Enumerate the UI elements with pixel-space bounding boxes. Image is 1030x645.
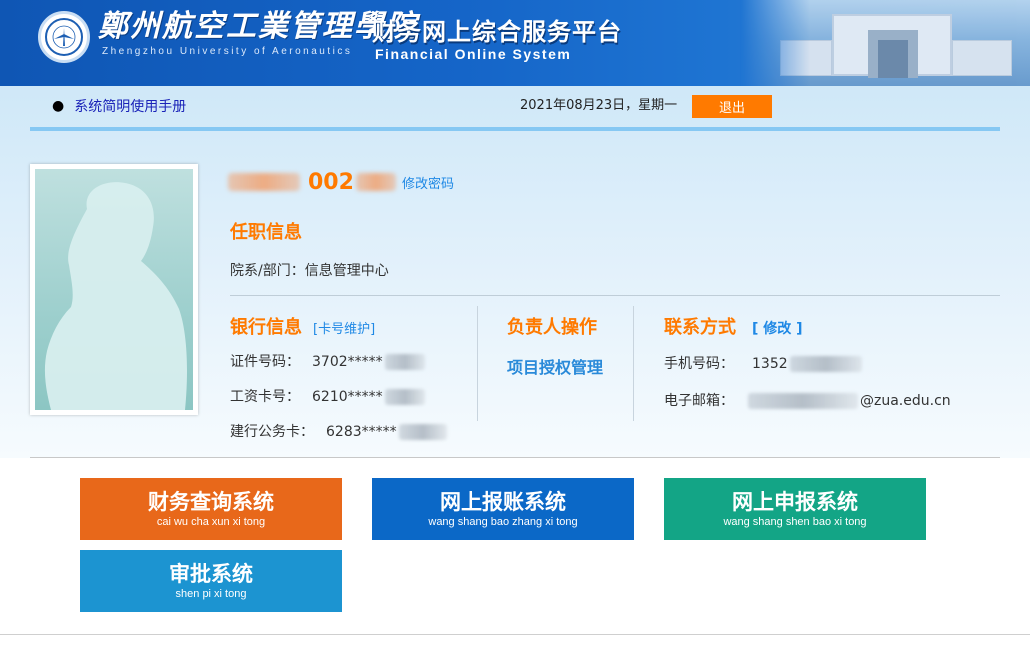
department-line: 院系/部门：信息管理中心 [230,260,389,280]
manual-link[interactable]: 系统简明使用手册 [74,96,186,116]
tile-title: 审批系统 [169,562,253,586]
header-divider [30,127,1000,131]
tile-pinyin: cai wu cha xun xi tong [156,516,266,528]
column-divider-2 [633,306,634,421]
approval-system-button[interactable]: 审批系统 shen pi xi tong [80,550,342,612]
platform-title: 财务网上综合服务平台 [372,18,622,46]
campus-building-image [740,0,1030,86]
redacted-phone [789,356,862,372]
phone-value: 1352 [752,356,788,372]
tiles-divider [30,457,1000,458]
project-authorization-link[interactable]: 项目授权管理 [507,354,603,378]
footer-divider [0,634,1030,635]
ccb-card-row: 建行公务卡： 6283***** [230,422,447,442]
header-banner: 鄭州航空工業管理學院 Zhengzhou University of Aeron… [0,0,1030,86]
contact-info-title: 联系方式 [664,317,736,338]
school-name-en: Zhengzhou University of Aeronautics [102,46,353,57]
ccb-card-value: 6283***** [326,424,397,440]
id-number-value: 3702***** [312,354,383,370]
tile-pinyin: shen pi xi tong [175,588,247,600]
online-declaration-system-button[interactable]: 网上申报系统 wang shang shen bao xi tong [664,478,926,540]
department-label: 院系/部门： [230,263,305,279]
department-value: 信息管理中心 [304,263,389,279]
employment-info-title: 任职信息 [230,222,302,243]
redacted-salary-card [384,389,425,405]
manual-link-row[interactable]: ● 系统简明使用手册 [52,96,186,116]
section-divider [230,295,1000,296]
redacted-name [228,173,300,191]
email-label: 电子邮箱： [664,393,734,409]
change-password-link[interactable]: 修改密码 [402,173,454,192]
current-date: 2021年08月23日，星期一 [520,98,678,113]
tile-title: 网上报账系统 [440,490,566,514]
tile-title: 财务查询系统 [148,490,274,514]
user-id: 002 [308,169,354,195]
redacted-email [748,393,858,409]
redacted-id-number [384,354,425,370]
tile-pinyin: wang shang bao zhang xi tong [428,516,578,528]
bullet-icon: ● [52,98,65,114]
university-emblem-icon [38,11,90,63]
phone-row: 手机号码： 1352 [664,354,862,374]
card-maintenance-link[interactable]: [卡号维护] [313,318,375,337]
redacted-ccb-card [398,424,447,440]
redacted-id [355,173,396,191]
logout-button[interactable]: 退出 [692,95,772,118]
school-name-cn: 鄭州航空工業管理學院 [98,9,418,44]
tile-pinyin: wang shang shen bao xi tong [723,516,867,528]
tile-title: 网上申报系统 [732,490,858,514]
id-number-row: 证件号码： 3702***** [230,352,425,372]
user-name-row: 002 修改密码 [228,168,454,196]
person-silhouette-icon [44,182,188,410]
email-domain: @zua.edu.cn [860,393,951,409]
online-reimbursement-system-button[interactable]: 网上报账系统 wang shang bao zhang xi tong [372,478,634,540]
phone-label: 手机号码： [664,356,734,372]
bank-info-title: 银行信息 [230,317,302,338]
avatar [30,164,198,415]
edit-contact-link[interactable]: [ 修改 ] [752,318,803,338]
salary-card-label: 工资卡号： [230,389,300,405]
ccb-card-label: 建行公务卡： [230,424,314,440]
finance-query-system-button[interactable]: 财务查询系统 cai wu cha xun xi tong [80,478,342,540]
manager-ops-title: 负责人操作 [507,317,597,338]
column-divider-1 [477,306,478,421]
id-number-label: 证件号码： [230,354,300,370]
salary-card-value: 6210***** [312,389,383,405]
email-row: 电子邮箱： @zua.edu.cn [664,391,951,411]
salary-card-row: 工资卡号： 6210***** [230,387,425,407]
platform-subtitle: Financial Online System [375,46,572,62]
